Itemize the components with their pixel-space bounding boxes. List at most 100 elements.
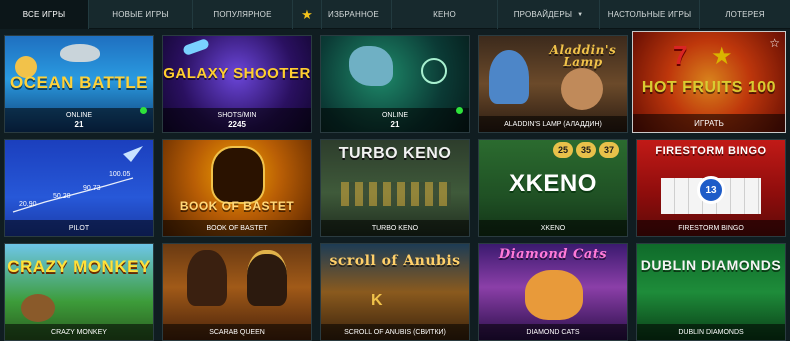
tab-label: ПОПУЛЯРНОЕ: [213, 10, 272, 19]
game-tile-scroll-of-anubis[interactable]: scroll of Anubis K SCROLL OF ANUBIS (СВИ…: [320, 243, 470, 341]
game-caption: CRAZY MONKEY: [5, 324, 153, 340]
tab-all-games[interactable]: ВСЕ ИГРЫ: [0, 0, 89, 29]
game-caption: SHOTS/MIN 2245: [163, 108, 311, 132]
bingo-ball: 13: [697, 176, 725, 204]
pilot-point-3: 90.73: [83, 185, 101, 192]
keno-ball: 35: [576, 142, 596, 158]
adventurer-icon: [187, 250, 227, 306]
game-caption: ONLINE 21: [5, 108, 153, 132]
queen-icon: [247, 250, 287, 306]
game-title: TURBO KENO: [371, 224, 419, 232]
favorites-star-button[interactable]: ★: [293, 0, 322, 29]
game-tile-pilot[interactable]: 20.90 50.20 90.73 100.05 PILOT: [4, 139, 154, 237]
tab-popular[interactable]: ПОПУЛЯРНОЕ: [193, 0, 293, 29]
game-tile-dublin-diamonds[interactable]: DUBLIN DIAMONDS DUBLIN DIAMONDS: [636, 243, 786, 341]
game-tile-ocean-battle[interactable]: OCEAN BATTLE ONLINE 21: [4, 35, 154, 133]
keno-balls: 25 35 37: [553, 142, 619, 158]
keno-ball: 25: [553, 142, 573, 158]
game-title: BOOK OF BASTET: [206, 224, 268, 232]
tab-providers[interactable]: ПРОВАЙДЕРЫ ▼: [498, 0, 600, 29]
game-title: FIRESTORM BINGO: [678, 224, 744, 232]
game-logo: Aladdin's Lamp: [549, 43, 617, 69]
star-icon: ★: [301, 7, 313, 22]
game-tile-scarab-queen[interactable]: SCARAB QUEEN: [162, 243, 312, 341]
online-status-dot: [140, 107, 147, 114]
game-tile-xkeno[interactable]: 25 35 37 XKENO XKENO: [478, 139, 628, 237]
game-title: SCROLL OF ANUBIS (СВИТКИ): [344, 328, 446, 336]
play-label: ИГРАТЬ: [694, 118, 724, 128]
game-logo: TURBO KENO: [338, 145, 452, 162]
game-tile-firestorm-bingo[interactable]: FIRESTORM BINGO 13 FIRESTORM BINGO: [636, 139, 786, 237]
game-caption: ONLINE 21: [321, 108, 469, 132]
game-title: ALADDIN'S LAMP (АЛАДДИН): [504, 120, 602, 128]
game-tile-book-of-bastet[interactable]: BOOK OF BASTET BOOK OF BASTET: [162, 139, 312, 237]
game-logo: Diamond Cats: [498, 247, 608, 262]
tab-new-games[interactable]: НОВЫЕ ИГРЫ: [89, 0, 193, 29]
game-caption: DUBLIN DIAMONDS: [637, 324, 785, 340]
pilot-point-1: 20.90: [19, 201, 37, 208]
game-title: CRAZY MONKEY: [51, 328, 107, 336]
game-title: PILOT: [68, 224, 90, 232]
paper-plane-icon: [123, 146, 143, 162]
online-label: ONLINE: [381, 112, 409, 119]
online-label: ONLINE: [65, 112, 93, 119]
tab-keno[interactable]: КЕНО: [392, 0, 498, 29]
cat-mask-icon: [211, 146, 265, 204]
game-tile-turbo-keno[interactable]: TURBO KENO TURBO KENO: [320, 139, 470, 237]
keno-ball: 37: [599, 142, 619, 158]
game-caption: TURBO KENO: [321, 220, 469, 236]
category-nav: ВСЕ ИГРЫ НОВЫЕ ИГРЫ ПОПУЛЯРНОЕ ★ ИЗБРАНН…: [0, 0, 790, 29]
tab-label: НОВЫЕ ИГРЫ: [112, 10, 169, 19]
tab-label: ВСЕ ИГРЫ: [22, 10, 66, 19]
game-caption: ALADDIN'S LAMP (АЛАДДИН): [479, 116, 627, 132]
crosshair-icon: [421, 58, 447, 84]
tab-label: ЛОТЕРЕЯ: [725, 10, 765, 19]
games-grid: OCEAN BATTLE ONLINE 21 GALAXY SHOOTER SH…: [0, 29, 790, 341]
tab-table-games[interactable]: НАСТОЛЬНЫЕ ИГРЫ: [600, 0, 700, 29]
game-logo: BOOK OF BASTET: [179, 199, 295, 213]
shots-label: SHOTS/MIN: [217, 112, 257, 119]
online-status-dot: [456, 107, 463, 114]
game-logo: GALAXY SHOOTER: [163, 65, 311, 82]
game-tile-galaxy-shooter[interactable]: GALAXY SHOOTER SHOTS/MIN 2245: [162, 35, 312, 133]
game-caption: SCARAB QUEEN: [163, 324, 311, 340]
genie-icon: [489, 50, 529, 104]
online-count: 21: [74, 120, 84, 129]
tab-lottery[interactable]: ЛОТЕРЕЯ: [700, 0, 790, 29]
game-caption: BOOK OF BASTET: [163, 220, 311, 236]
tab-label: ПРОВАЙДЕРЫ: [513, 10, 573, 19]
game-logo: OCEAN BATTLE: [10, 73, 148, 92]
game-title: SCARAB QUEEN: [209, 328, 265, 336]
aladdin-icon: [561, 68, 603, 110]
pilot-point-4: 100.05: [109, 171, 131, 178]
game-logo: DUBLIN DIAMONDS: [640, 257, 782, 273]
game-tile-crazy-monkey[interactable]: CRAZY MONKEY CRAZY MONKEY: [4, 243, 154, 341]
game-title: DUBLIN DIAMONDS: [678, 328, 744, 336]
game-logo: XKENO: [509, 170, 597, 197]
game-tile-dragon-shooter[interactable]: ONLINE 21: [320, 35, 470, 133]
play-button[interactable]: ИГРАТЬ: [633, 114, 785, 132]
game-tile-diamond-cats[interactable]: Diamond Cats DIAMOND CATS: [478, 243, 628, 341]
dragon-icon: [349, 46, 393, 86]
rune-icon: K: [371, 292, 383, 309]
game-tile-hot-fruits-100[interactable]: 7 ★ HOT FRUITS 100 ☆ ИГРАТЬ: [632, 31, 786, 133]
tab-label: НАСТОЛЬНЫЕ ИГРЫ: [607, 10, 692, 19]
tab-label: ИЗБРАННОЕ: [328, 10, 379, 19]
coins-icon: [341, 182, 451, 206]
online-count: 21: [390, 120, 400, 129]
monkey-icon: [21, 294, 55, 322]
game-tile-aladdins-lamp[interactable]: Aladdin's Lamp ALADDIN'S LAMP (АЛАДДИН): [478, 35, 628, 133]
game-logo: CRAZY MONKEY: [7, 257, 151, 276]
shots-count: 2245: [228, 120, 246, 129]
tab-favorites[interactable]: ИЗБРАННОЕ: [322, 0, 392, 29]
caret-down-icon: ▼: [577, 11, 584, 18]
game-title: XKENO: [540, 224, 566, 232]
game-caption: SCROLL OF ANUBIS (СВИТКИ): [321, 324, 469, 340]
game-title: DIAMOND CATS: [526, 328, 580, 336]
tab-label: КЕНО: [433, 10, 456, 19]
cat-icon: [525, 270, 583, 320]
shark-icon: [60, 44, 100, 62]
game-logo: scroll of Anubis: [329, 253, 461, 269]
pilot-point-2: 50.20: [53, 193, 71, 200]
star-outline-icon[interactable]: ☆: [769, 36, 780, 50]
